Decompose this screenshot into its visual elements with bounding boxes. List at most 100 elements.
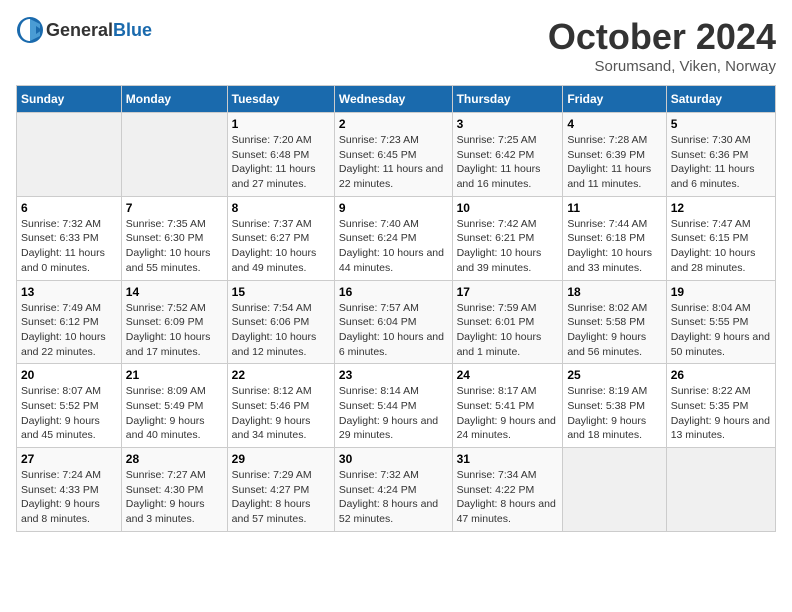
day-number: 15 — [232, 285, 330, 299]
day-number: 7 — [126, 201, 223, 215]
calendar-cell: 19Sunrise: 8:04 AMSunset: 5:55 PMDayligh… — [666, 280, 775, 364]
col-header-friday: Friday — [563, 86, 666, 113]
day-info: Sunrise: 7:27 AMSunset: 4:30 PMDaylight:… — [126, 468, 223, 527]
day-number: 21 — [126, 368, 223, 382]
calendar-cell: 27 Sunrise: 7:24 AMSunset: 4:33 PMDayligh… — [17, 448, 122, 532]
calendar-cell: 4 Sunrise: 7:28 AMSunset: 6:39 PMDaylight… — [563, 113, 666, 197]
day-number: 10 — [457, 201, 559, 215]
day-info: Sunrise: 8:07 AMSunset: 5:52 PMDaylight:… — [21, 384, 117, 443]
day-number: 30 — [339, 452, 448, 466]
day-number: 29 — [232, 452, 330, 466]
calendar-week-row: 1Sunrise: 7:20 AMSunset: 6:48 PMDaylight… — [17, 113, 776, 197]
logo-icon — [16, 16, 44, 44]
calendar-cell: 17Sunrise: 7:59 AMSunset: 6:01 PMDayligh… — [452, 280, 563, 364]
logo: GeneralBlue — [16, 16, 152, 44]
day-number: 6 — [21, 201, 117, 215]
title-block: October 2024 Sorumsand, Viken, Norway — [548, 16, 776, 75]
calendar-cell: 5 Sunrise: 7:30 AMSunset: 6:36 PMDaylight… — [666, 113, 775, 197]
day-info: Sunrise: 8:17 AMSunset: 5:41 PMDaylight:… — [457, 384, 559, 443]
col-header-thursday: Thursday — [452, 86, 563, 113]
day-info: Sunrise: 7:24 AMSunset: 4:33 PMDaylight:… — [21, 468, 117, 527]
col-header-sunday: Sunday — [17, 86, 122, 113]
calendar-header-row: SundayMondayTuesdayWednesdayThursdayFrid… — [17, 86, 776, 113]
col-header-wednesday: Wednesday — [334, 86, 452, 113]
calendar-cell: 10Sunrise: 7:42 AMSunset: 6:21 PMDayligh… — [452, 196, 563, 280]
calendar-cell: 24Sunrise: 8:17 AMSunset: 5:41 PMDayligh… — [452, 364, 563, 448]
calendar-week-row: 20 Sunrise: 8:07 AMSunset: 5:52 PMDayligh… — [17, 364, 776, 448]
day-info: Sunrise: 7:54 AMSunset: 6:06 PMDaylight:… — [232, 301, 330, 360]
day-number: 5 — [671, 117, 771, 131]
calendar-cell: 6 Sunrise: 7:32 AMSunset: 6:33 PMDaylight… — [17, 196, 122, 280]
calendar-cell: 9 Sunrise: 7:40 AMSunset: 6:24 PMDaylight… — [334, 196, 452, 280]
calendar-cell: 8 Sunrise: 7:37 AMSunset: 6:27 PMDaylight… — [227, 196, 334, 280]
calendar-cell: 2 Sunrise: 7:23 AMSunset: 6:45 PMDaylight… — [334, 113, 452, 197]
day-info: Sunrise: 7:23 AMSunset: 6:45 PMDaylight:… — [339, 133, 448, 192]
day-number: 25 — [567, 368, 661, 382]
logo-blue: Blue — [113, 20, 152, 40]
page-header: GeneralBlue October 2024 Sorumsand, Vike… — [16, 16, 776, 75]
day-info: Sunrise: 7:32 AMSunset: 6:33 PMDaylight:… — [21, 217, 117, 276]
day-info: Sunrise: 7:20 AMSunset: 6:48 PMDaylight:… — [232, 133, 330, 192]
calendar-week-row: 27 Sunrise: 7:24 AMSunset: 4:33 PMDayligh… — [17, 448, 776, 532]
calendar-cell: 23 Sunrise: 8:14 AMSunset: 5:44 PMDayligh… — [334, 364, 452, 448]
day-info: Sunrise: 7:34 AMSunset: 4:22 PMDaylight:… — [457, 468, 559, 527]
day-number: 4 — [567, 117, 661, 131]
day-info: Sunrise: 8:22 AMSunset: 5:35 PMDaylight:… — [671, 384, 771, 443]
calendar-cell: 1Sunrise: 7:20 AMSunset: 6:48 PMDaylight… — [227, 113, 334, 197]
calendar-cell: 29Sunrise: 7:29 AMSunset: 4:27 PMDayligh… — [227, 448, 334, 532]
day-info: Sunrise: 7:35 AMSunset: 6:30 PMDaylight:… — [126, 217, 223, 276]
calendar-cell: 30Sunrise: 7:32 AMSunset: 4:24 PMDayligh… — [334, 448, 452, 532]
calendar-cell: 20 Sunrise: 8:07 AMSunset: 5:52 PMDayligh… — [17, 364, 122, 448]
day-number: 23 — [339, 368, 448, 382]
calendar-cell: 25Sunrise: 8:19 AMSunset: 5:38 PMDayligh… — [563, 364, 666, 448]
col-header-tuesday: Tuesday — [227, 86, 334, 113]
calendar-cell — [563, 448, 666, 532]
calendar-cell: 15 Sunrise: 7:54 AMSunset: 6:06 PMDayligh… — [227, 280, 334, 364]
col-header-monday: Monday — [121, 86, 227, 113]
day-info: Sunrise: 8:14 AMSunset: 5:44 PMDaylight:… — [339, 384, 448, 443]
day-info: Sunrise: 7:44 AMSunset: 6:18 PMDaylight:… — [567, 217, 661, 276]
day-number: 18 — [567, 285, 661, 299]
col-header-saturday: Saturday — [666, 86, 775, 113]
day-info: Sunrise: 7:28 AMSunset: 6:39 PMDaylight:… — [567, 133, 661, 192]
day-info: Sunrise: 8:09 AMSunset: 5:49 PMDaylight:… — [126, 384, 223, 443]
calendar-cell: 12Sunrise: 7:47 AMSunset: 6:15 PMDayligh… — [666, 196, 775, 280]
day-info: Sunrise: 7:37 AMSunset: 6:27 PMDaylight:… — [232, 217, 330, 276]
day-number: 22 — [232, 368, 330, 382]
day-number: 8 — [232, 201, 330, 215]
calendar-cell: 14Sunrise: 7:52 AMSunset: 6:09 PMDayligh… — [121, 280, 227, 364]
calendar-cell: 13Sunrise: 7:49 AMSunset: 6:12 PMDayligh… — [17, 280, 122, 364]
day-info: Sunrise: 7:40 AMSunset: 6:24 PMDaylight:… — [339, 217, 448, 276]
day-number: 2 — [339, 117, 448, 131]
day-number: 27 — [21, 452, 117, 466]
calendar-cell: 22 Sunrise: 8:12 AMSunset: 5:46 PMDayligh… — [227, 364, 334, 448]
day-info: Sunrise: 8:02 AMSunset: 5:58 PMDaylight:… — [567, 301, 661, 360]
day-number: 12 — [671, 201, 771, 215]
calendar-cell: 28 Sunrise: 7:27 AMSunset: 4:30 PMDayligh… — [121, 448, 227, 532]
day-info: Sunrise: 7:52 AMSunset: 6:09 PMDaylight:… — [126, 301, 223, 360]
logo-general: General — [46, 20, 113, 40]
day-info: Sunrise: 7:25 AMSunset: 6:42 PMDaylight:… — [457, 133, 559, 192]
day-number: 20 — [21, 368, 117, 382]
calendar-cell — [121, 113, 227, 197]
calendar-cell: 18 Sunrise: 8:02 AMSunset: 5:58 PMDayligh… — [563, 280, 666, 364]
day-info: Sunrise: 8:12 AMSunset: 5:46 PMDaylight:… — [232, 384, 330, 443]
calendar-cell — [666, 448, 775, 532]
logo-text: GeneralBlue — [46, 20, 152, 41]
calendar-cell: 11Sunrise: 7:44 AMSunset: 6:18 PMDayligh… — [563, 196, 666, 280]
calendar-cell — [17, 113, 122, 197]
calendar-week-row: 13Sunrise: 7:49 AMSunset: 6:12 PMDayligh… — [17, 280, 776, 364]
day-number: 19 — [671, 285, 771, 299]
calendar-cell: 3 Sunrise: 7:25 AMSunset: 6:42 PMDaylight… — [452, 113, 563, 197]
day-number: 26 — [671, 368, 771, 382]
calendar-cell: 31 Sunrise: 7:34 AMSunset: 4:22 PMDayligh… — [452, 448, 563, 532]
day-number: 31 — [457, 452, 559, 466]
day-number: 16 — [339, 285, 448, 299]
day-info: Sunrise: 7:49 AMSunset: 6:12 PMDaylight:… — [21, 301, 117, 360]
day-number: 9 — [339, 201, 448, 215]
day-number: 17 — [457, 285, 559, 299]
day-info: Sunrise: 7:30 AMSunset: 6:36 PMDaylight:… — [671, 133, 771, 192]
day-number: 3 — [457, 117, 559, 131]
calendar-week-row: 6 Sunrise: 7:32 AMSunset: 6:33 PMDaylight… — [17, 196, 776, 280]
day-number: 28 — [126, 452, 223, 466]
